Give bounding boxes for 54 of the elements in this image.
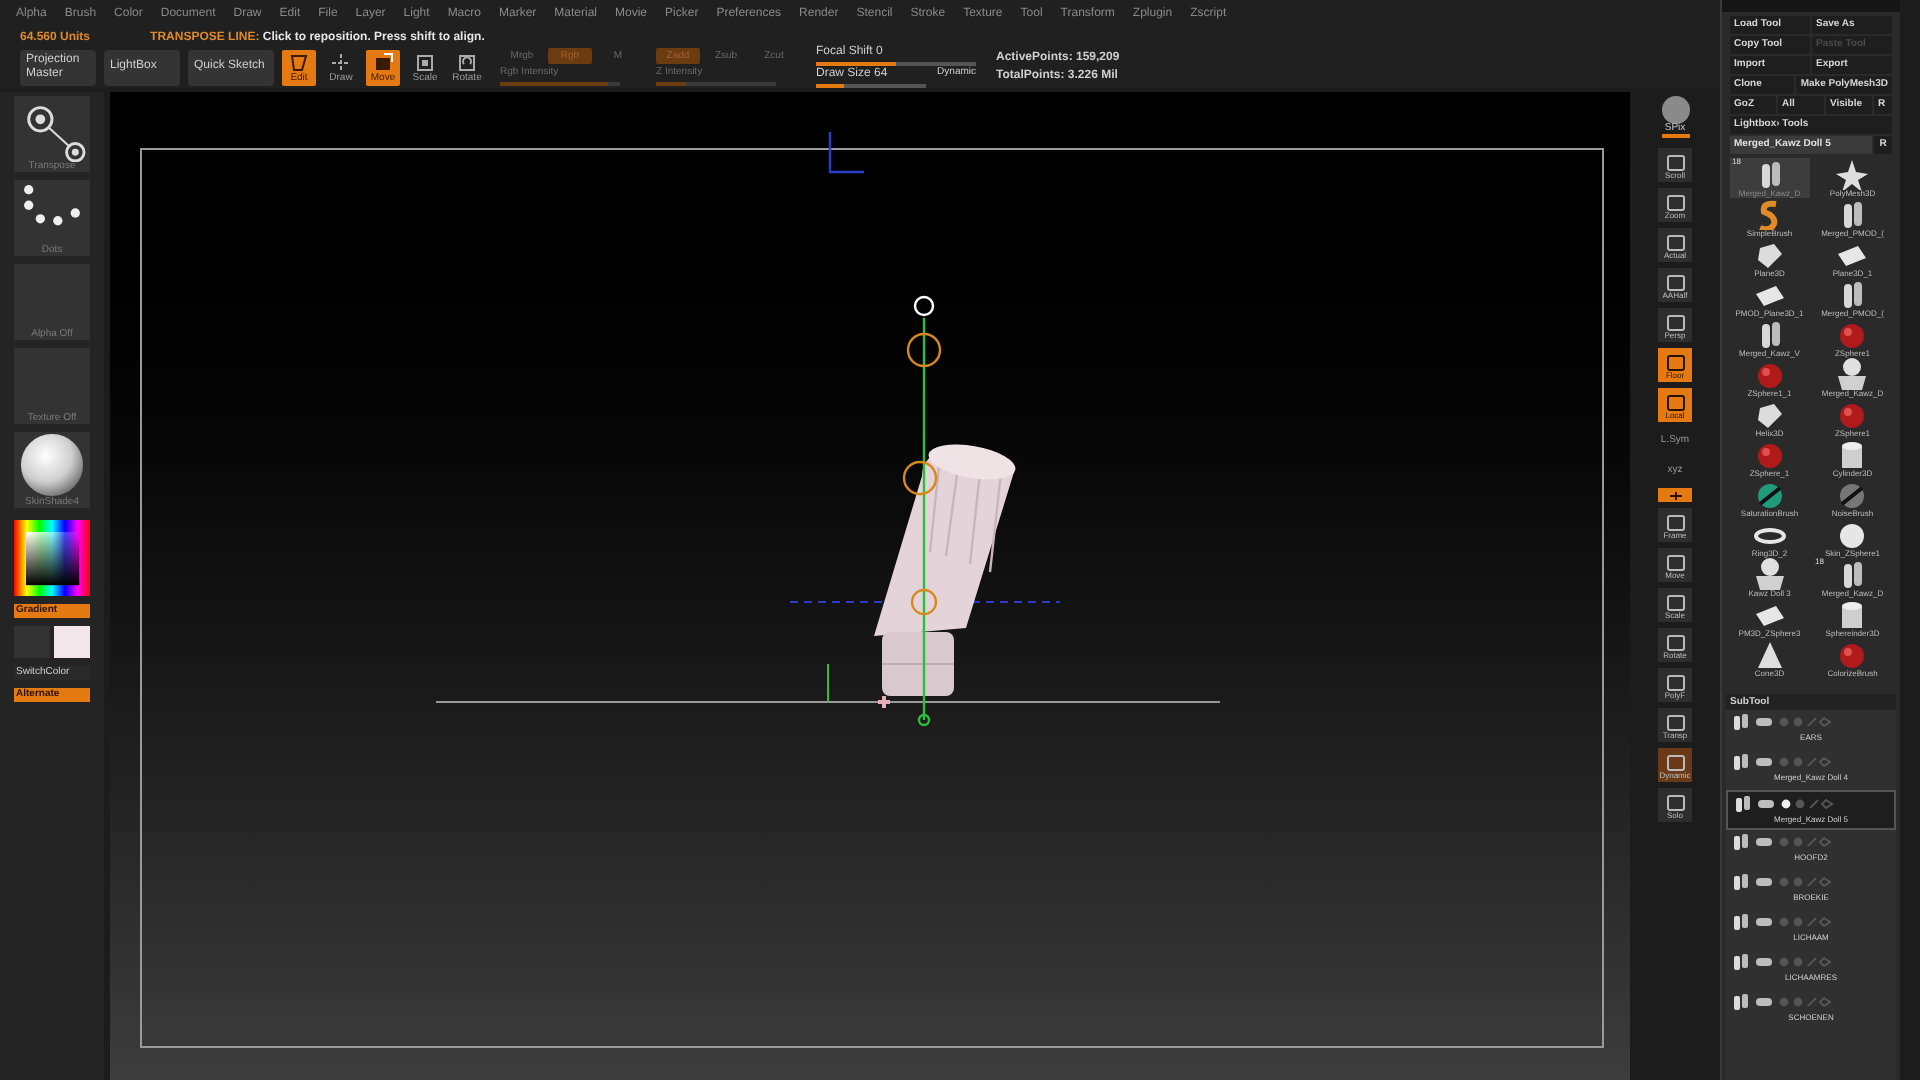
move-mode-icon	[372, 51, 394, 73]
rotate-mode-icon	[456, 51, 478, 73]
subtool-thumbnail-icon	[1730, 992, 1750, 1012]
square-icon	[1663, 234, 1687, 252]
square-icon	[1663, 754, 1687, 772]
subtool-thumbnail-icon	[1730, 712, 1750, 732]
square-icon	[1663, 594, 1687, 612]
subtool-toggles-icon	[1780, 798, 1836, 810]
square-icon	[1663, 274, 1687, 292]
cursor-icon	[876, 694, 892, 710]
subtool-toggles-icon	[1778, 956, 1834, 968]
subtool-thumbnail-icon	[1730, 872, 1750, 892]
edit-mode-icon	[288, 51, 310, 73]
visibility-toggle[interactable]	[1756, 958, 1772, 966]
square-icon	[1663, 354, 1687, 372]
transpose-line[interactable]	[902, 295, 942, 727]
square-icon	[1663, 794, 1687, 812]
subtool-thumbnail-icon	[1730, 912, 1750, 932]
axis-gizmo-icon	[828, 132, 864, 174]
square-icon	[1663, 194, 1687, 212]
subtool-thumbnail-icon	[1732, 794, 1752, 814]
axis-line	[827, 663, 829, 703]
visibility-toggle[interactable]	[1756, 918, 1772, 926]
visibility-toggle[interactable]	[1756, 758, 1772, 766]
subtool-thumbnail-icon	[1730, 832, 1750, 852]
subtool-toggles-icon	[1778, 996, 1834, 1008]
canvas[interactable]	[110, 92, 1630, 1080]
visibility-toggle[interactable]	[1756, 718, 1772, 726]
square-icon	[1663, 674, 1687, 692]
visibility-toggle[interactable]	[1756, 998, 1772, 1006]
square-icon	[1663, 634, 1687, 652]
square-icon	[1663, 714, 1687, 732]
square-icon	[1663, 514, 1687, 532]
subtool-toggles-icon	[1778, 756, 1834, 768]
visibility-toggle[interactable]	[1756, 878, 1772, 886]
visibility-toggle[interactable]	[1756, 838, 1772, 846]
square-icon	[1663, 314, 1687, 332]
visibility-toggle[interactable]	[1758, 800, 1774, 808]
plus-icon	[1667, 489, 1683, 501]
draw-mode-icon	[330, 51, 352, 73]
subtool-toggles-icon	[1778, 836, 1834, 848]
square-icon	[1663, 154, 1687, 172]
subtool-toggles-icon	[1778, 916, 1834, 928]
subtool-toggles-icon	[1778, 716, 1834, 728]
square-icon	[1663, 394, 1687, 412]
subtool-thumbnail-icon	[1730, 752, 1750, 772]
color-picker[interactable]	[14, 520, 90, 596]
subtool-thumbnail-icon	[1730, 952, 1750, 972]
axis-toggle-button[interactable]	[1658, 488, 1692, 502]
square-icon	[1663, 554, 1687, 572]
scale-mode-icon	[414, 51, 436, 73]
main-color-swatch[interactable]	[54, 626, 90, 658]
subtool-toggles-icon	[1778, 876, 1834, 888]
star-icon	[1832, 158, 1873, 190]
